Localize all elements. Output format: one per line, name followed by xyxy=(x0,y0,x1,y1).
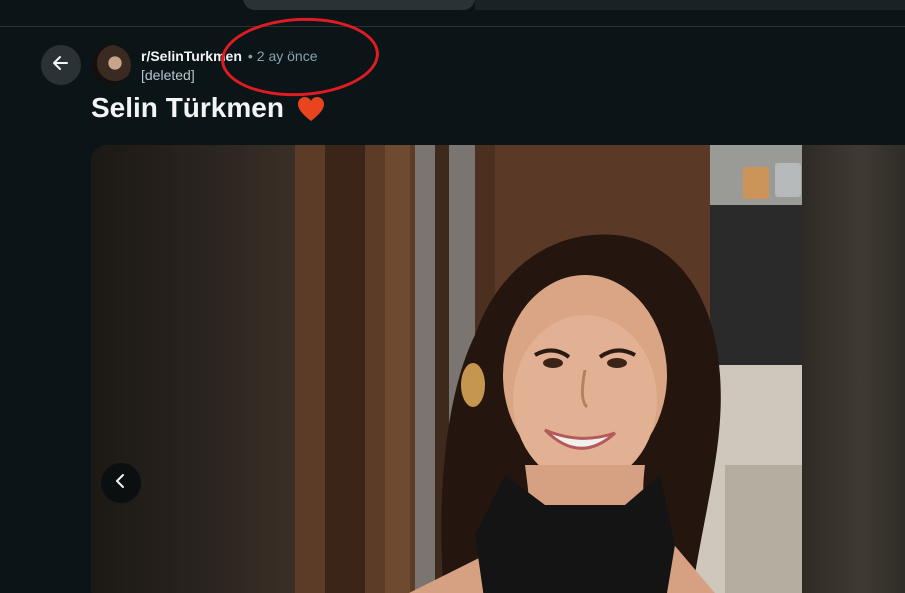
top-header xyxy=(0,0,905,27)
post-title: Selin Türkmen xyxy=(91,88,326,128)
post-meta: r/SelinTurkmen • 2 ay önce [deleted] xyxy=(141,47,318,83)
post-page: r/SelinTurkmen • 2 ay önce [deleted] Sel… xyxy=(0,0,905,593)
search-bar[interactable] xyxy=(243,0,475,10)
chevron-left-icon xyxy=(113,473,129,494)
carousel-blur-left xyxy=(91,145,295,593)
post-title-text: Selin Türkmen xyxy=(91,92,284,123)
subreddit-link[interactable]: r/SelinTurkmen xyxy=(141,48,242,64)
media-carousel[interactable] xyxy=(91,145,905,593)
subreddit-avatar[interactable] xyxy=(91,45,131,85)
post-author[interactable]: [deleted] xyxy=(141,67,318,83)
carousel-blur-right xyxy=(802,145,905,593)
meta-separator: • xyxy=(247,48,253,64)
arrow-left-icon xyxy=(51,53,71,78)
back-button[interactable] xyxy=(41,45,81,85)
carousel-prev-button[interactable] xyxy=(101,463,141,503)
header-right-area xyxy=(475,0,905,10)
heart-emoji-icon xyxy=(296,94,326,122)
post-timestamp: 2 ay önce xyxy=(256,48,318,64)
post-image[interactable] xyxy=(295,145,802,593)
